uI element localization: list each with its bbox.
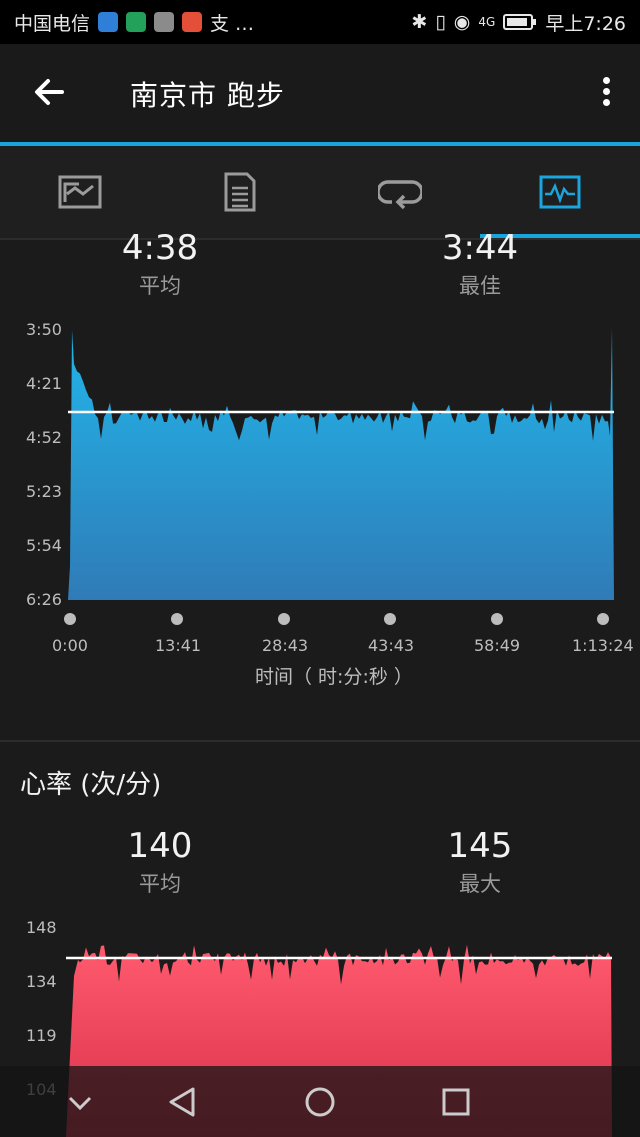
eye-comfort-icon: ◉ (453, 11, 471, 33)
hr-average-value: 140 (127, 826, 193, 866)
pace-x-axis-label: 时间（ 时:分:秒 ） (255, 666, 413, 688)
square-recents-icon (442, 1088, 470, 1116)
pace-chart (68, 328, 614, 600)
pace-x-tick: 43:43 (368, 636, 415, 655)
nav-back-button[interactable] (163, 1082, 203, 1122)
nav-collapse-button[interactable] (60, 1082, 100, 1122)
app-notification-icon (182, 12, 203, 32)
x-marker (278, 613, 290, 625)
app-notification-icon (126, 12, 147, 32)
map-stats-icon (58, 175, 102, 209)
status-bar: 中国电信 支 … ✱ ▯ ◉ 4G 早上7:26 (0, 0, 640, 44)
pace-average-label: 平均 (139, 274, 181, 298)
hr-y-tick: 119 (26, 1026, 57, 1045)
nav-recents-button[interactable] (436, 1082, 476, 1122)
pace-y-tick: 5:23 (26, 482, 62, 501)
pace-best-value: 3:44 (441, 228, 519, 268)
x-marker (384, 613, 396, 625)
pace-x-tick: 1:13:24 (572, 636, 634, 655)
hr-average-label: 平均 (139, 872, 181, 896)
hr-y-tick: 134 (26, 972, 57, 991)
pace-x-tick: 13:41 (155, 636, 202, 655)
system-nav-bar (0, 1066, 640, 1137)
signal-icon: 4G (478, 15, 496, 29)
pace-area (68, 328, 614, 600)
pace-x-tick: 0:00 (52, 636, 88, 655)
section-divider (0, 740, 640, 742)
tab-map-stats[interactable] (0, 146, 160, 238)
x-marker (171, 613, 183, 625)
pace-best: 3:44 最佳 (380, 228, 580, 300)
hr-y-tick: 148 (26, 918, 57, 937)
tab-laps[interactable] (320, 146, 480, 238)
circle-home-icon (305, 1087, 335, 1117)
pace-y-tick: 4:21 (26, 374, 62, 393)
carrier-label: 中国电信 (14, 12, 91, 35)
back-button[interactable] (30, 72, 70, 112)
triangle-back-icon (169, 1087, 195, 1117)
details-list-icon (224, 172, 256, 212)
x-marker (64, 613, 76, 625)
pace-best-label: 最佳 (459, 274, 501, 298)
app-toolbar: 南京市 跑步 (0, 44, 640, 142)
pace-y-tick: 3:50 (26, 320, 62, 339)
chevron-down-icon (68, 1096, 92, 1111)
pace-y-tick: 5:54 (26, 536, 62, 555)
tab-bar (0, 146, 640, 238)
hr-max-label: 最大 (459, 872, 501, 896)
hr-max-value: 145 (447, 826, 513, 866)
tab-charts[interactable] (480, 146, 640, 238)
pace-y-tick: 4:52 (26, 428, 62, 447)
x-marker (491, 613, 503, 625)
laps-loop-icon (378, 180, 422, 210)
x-marker (597, 613, 609, 625)
chart-icon (539, 175, 581, 209)
overflow-menu-button[interactable] (596, 74, 616, 114)
hr-average: 140 平均 (60, 826, 260, 898)
pace-x-tick: 28:43 (262, 636, 309, 655)
page-title: 南京市 跑步 (130, 79, 285, 112)
pace-x-tick: 58:49 (474, 636, 521, 655)
nav-home-button[interactable] (300, 1082, 340, 1122)
pace-average: 4:38 平均 (60, 228, 260, 300)
app-notification-icon (98, 12, 119, 32)
tab-details[interactable] (160, 146, 320, 238)
pace-y-tick: 6:26 (26, 590, 62, 609)
more-notifications-icon: 支 … (210, 12, 255, 35)
pace-average-value: 4:38 (121, 228, 199, 268)
heart-rate-title: 心率 (次/分) (20, 770, 162, 800)
bluetooth-icon: ✱ (411, 11, 428, 33)
app-notification-icon (154, 12, 175, 32)
back-arrow-icon (35, 79, 64, 105)
battery-icon (503, 13, 537, 31)
hr-max: 145 最大 (380, 826, 580, 898)
vibrate-icon: ▯ (435, 11, 446, 33)
clock: 早上7:26 (545, 12, 626, 35)
